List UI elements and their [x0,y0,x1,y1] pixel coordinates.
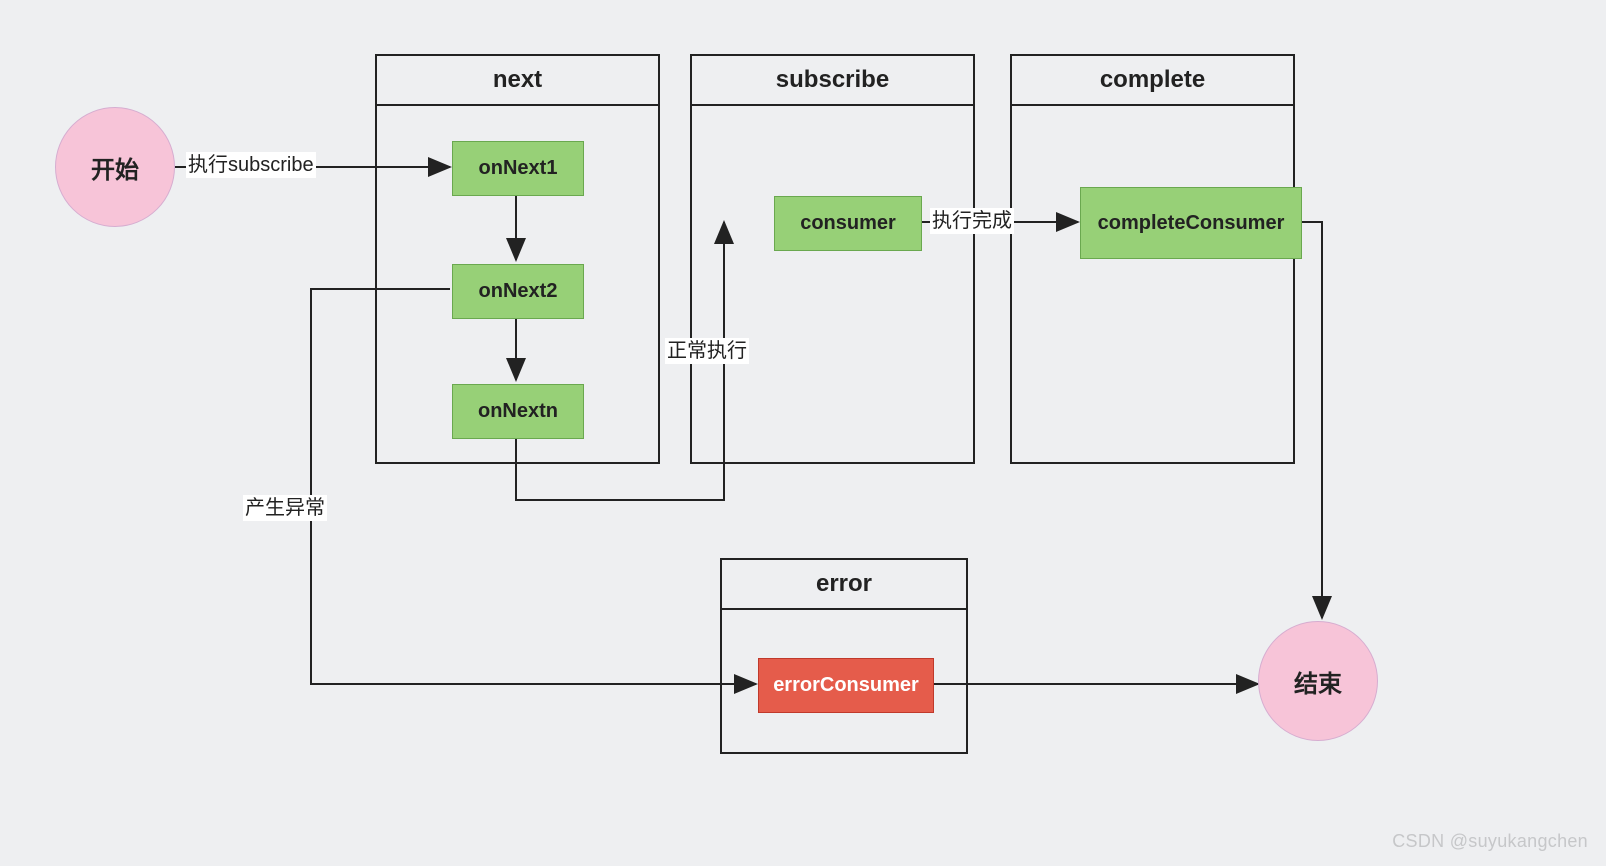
watermark: CSDN @suyukangchen [1392,831,1588,852]
package-subscribe-title: subscribe [692,56,973,106]
box-onnext1: onNext1 [452,141,584,196]
package-next: next onNext1 onNext2 onNextn [375,54,660,464]
box-errorconsumer: errorConsumer [758,658,934,713]
edge-label-start-next: 执行subscribe [186,152,316,178]
end-label: 结束 [1294,664,1342,699]
package-complete-title: complete [1012,56,1293,106]
package-error: error errorConsumer [720,558,968,754]
package-complete: complete completeConsumer [1010,54,1295,464]
start-node: 开始 [55,107,175,227]
edge-label-next-subscribe: 正常执行 [665,338,749,364]
box-onnextn: onNextn [452,384,584,439]
box-consumer: consumer [774,196,922,251]
package-next-title: next [377,56,658,106]
box-completeconsumer: completeConsumer [1080,187,1302,259]
box-onnext2: onNext2 [452,264,584,319]
edge-label-next-error: 产生异常 [243,495,327,521]
diagram-canvas: 开始 结束 next onNext1 onNext2 onNextn subsc… [0,0,1606,866]
package-error-title: error [722,560,966,610]
edge-label-subscribe-complete: 执行完成 [930,208,1014,234]
end-node: 结束 [1258,621,1378,741]
start-label: 开始 [91,150,139,185]
package-subscribe: subscribe consumer [690,54,975,464]
